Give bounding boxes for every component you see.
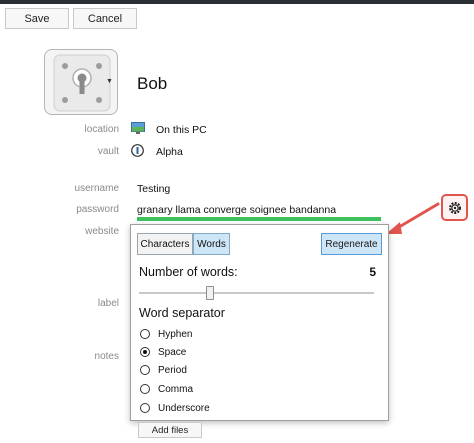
entry-title[interactable]: Bob <box>137 74 167 94</box>
red-arrow-icon <box>386 202 440 234</box>
word-count-slider-track[interactable] <box>139 292 374 294</box>
password-generator-popup: Characters Words Regenerate Number of wo… <box>130 224 389 421</box>
password-label: password <box>76 204 119 215</box>
label-label: label <box>97 298 119 309</box>
username-label: username <box>74 183 119 194</box>
password-value[interactable]: granary llama converge soignee bandanna <box>137 204 336 216</box>
number-of-words-value: 5 <box>369 265 376 279</box>
password-generator-button[interactable] <box>441 194 468 221</box>
window-top-bar <box>0 0 474 4</box>
location-label: location <box>84 124 119 135</box>
radio-underscore[interactable] <box>140 403 150 413</box>
notes-label: notes <box>94 351 119 362</box>
vault-circle-icon <box>131 144 144 157</box>
word-separator-label: Word separator <box>139 306 225 320</box>
separator-option-underscore[interactable]: Underscore <box>140 401 210 415</box>
separator-option-space[interactable]: Space <box>140 345 186 359</box>
regenerate-button[interactable]: Regenerate <box>321 233 382 255</box>
tab-characters[interactable]: Characters <box>137 233 193 255</box>
add-files-button[interactable]: Add files <box>138 422 202 438</box>
website-label: website <box>85 226 119 237</box>
cancel-button[interactable]: Cancel <box>73 8 137 29</box>
save-button[interactable]: Save <box>5 8 69 29</box>
location-value[interactable]: On this PC <box>156 124 207 136</box>
vault-value[interactable]: Alpha <box>156 146 183 158</box>
chevron-down-icon[interactable]: ▼ <box>106 78 113 85</box>
username-value[interactable]: Testing <box>137 183 170 195</box>
number-of-words-label: Number of words: <box>139 265 238 279</box>
separator-option-comma[interactable]: Comma <box>140 382 193 396</box>
word-count-slider-thumb[interactable] <box>205 286 214 300</box>
separator-option-period[interactable]: Period <box>140 363 187 377</box>
separator-option-hyphen[interactable]: Hyphen <box>140 327 192 341</box>
tab-words[interactable]: Words <box>193 233 230 255</box>
radio-label: Period <box>158 364 187 376</box>
radio-period[interactable] <box>140 365 150 375</box>
vault-label: vault <box>97 146 119 157</box>
radio-label: Comma <box>158 383 194 395</box>
radio-label: Space <box>158 346 187 358</box>
radio-comma[interactable] <box>140 384 150 394</box>
pc-icon <box>131 122 145 134</box>
radio-label: Hyphen <box>158 328 193 340</box>
password-strength-bar <box>137 217 381 221</box>
keyhole-icon <box>53 54 111 112</box>
gear-icon <box>448 201 461 214</box>
radio-hyphen[interactable] <box>140 329 150 339</box>
radio-label: Underscore <box>158 402 210 414</box>
radio-space[interactable] <box>140 347 150 357</box>
